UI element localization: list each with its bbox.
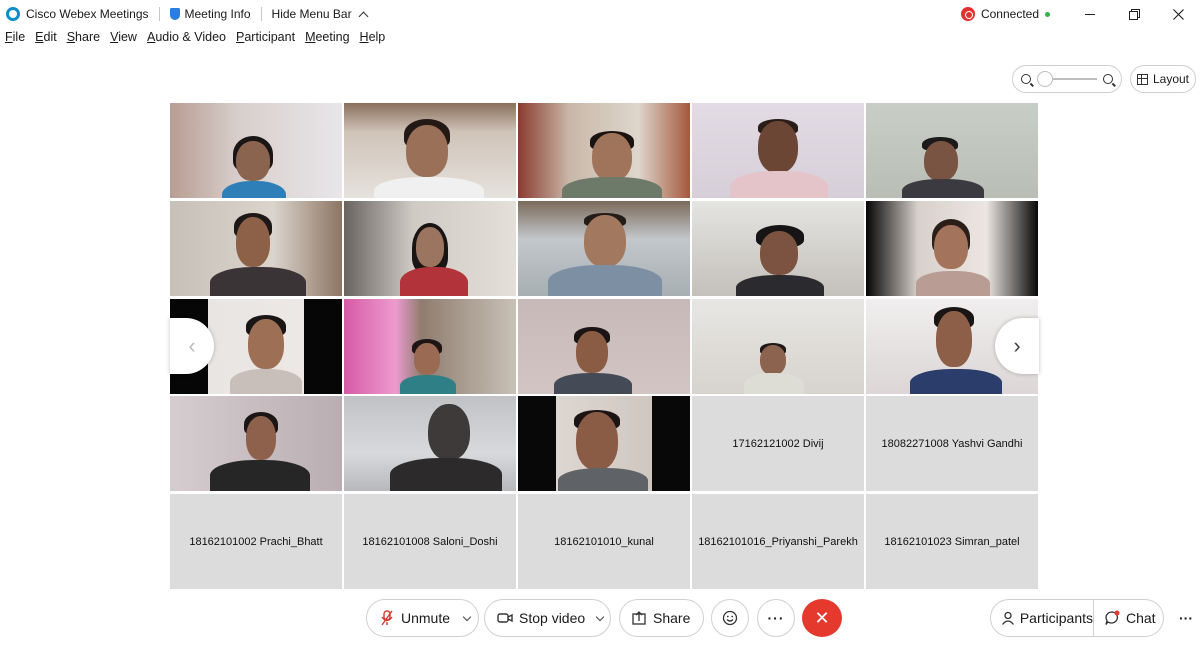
video-tile[interactable]	[518, 200, 690, 296]
participant-name: 18162101002 Prachi_Bhatt	[189, 535, 323, 548]
participant-name-tile[interactable]: 18162101002 Prachi_Bhatt	[170, 494, 342, 589]
zoom-slider[interactable]	[1037, 71, 1097, 87]
app-name: Cisco Webex Meetings	[26, 7, 149, 21]
participant-name: 18162101023 Simran_patel	[884, 535, 1020, 548]
unmute-label: Unmute	[401, 610, 451, 626]
recording-icon	[960, 7, 975, 21]
menu-help[interactable]: Help	[355, 30, 391, 50]
connection-status-label: Connected	[980, 7, 1039, 21]
menu-bar: File Edit Share View Audio & Video Parti…	[0, 30, 390, 50]
video-tile[interactable]	[518, 298, 690, 394]
muted-mic-icon	[381, 610, 393, 626]
participant-name: 18162101010_kunal	[554, 535, 654, 548]
ellipsis-icon: ···	[1179, 610, 1193, 626]
video-tile[interactable]	[344, 200, 516, 296]
end-meeting-button[interactable]: ✕	[802, 599, 842, 637]
close-button[interactable]	[1156, 0, 1200, 28]
video-tile[interactable]	[170, 396, 342, 492]
hide-menu-bar-label: Hide Menu Bar	[271, 7, 352, 21]
close-icon: ✕	[814, 607, 830, 628]
restore-button[interactable]	[1112, 0, 1156, 28]
chevron-up-icon	[358, 11, 369, 21]
participant-name: 18162101016_Priyanshi_Parekh	[698, 535, 858, 548]
zoom-out-icon[interactable]	[1021, 74, 1031, 84]
reactions-button[interactable]	[711, 599, 749, 637]
unmute-button[interactable]: Unmute	[366, 599, 479, 637]
zoom-control	[1012, 65, 1122, 93]
divider	[158, 7, 160, 21]
participant-name-tile[interactable]: 18162101008 Saloni_Doshi	[344, 494, 516, 589]
minimize-button[interactable]	[1068, 0, 1112, 28]
more-panels-button[interactable]: ···	[1170, 599, 1200, 637]
chevron-down-icon[interactable]	[595, 612, 605, 621]
connection-status[interactable]: Connected	[960, 7, 1050, 21]
video-tile[interactable]	[344, 396, 516, 492]
video-tile[interactable]	[170, 200, 342, 296]
chevron-down-icon[interactable]	[462, 612, 472, 621]
video-tile[interactable]	[692, 200, 864, 296]
participant-name: 18162101008 Saloni_Doshi	[362, 535, 498, 548]
hide-menu-bar-button[interactable]: Hide Menu Bar	[271, 7, 369, 21]
video-tile[interactable]	[344, 103, 516, 198]
menu-meeting[interactable]: Meeting	[300, 30, 354, 50]
chevron-left-icon: ‹	[188, 333, 196, 358]
share-icon	[632, 611, 646, 625]
share-label: Share	[653, 610, 691, 626]
participants-label: Participants	[1019, 610, 1093, 626]
video-tile[interactable]	[518, 396, 690, 492]
participant-name-tile[interactable]: 17162121002 Divij	[692, 396, 864, 492]
chevron-right-icon: ›	[1013, 333, 1021, 358]
video-tile[interactable]	[170, 103, 342, 198]
menu-edit[interactable]: Edit	[30, 30, 62, 50]
restore-icon	[1128, 8, 1140, 20]
video-tile[interactable]	[518, 103, 690, 198]
meeting-info-label: Meeting Info	[184, 7, 251, 21]
video-camera-icon	[497, 613, 513, 623]
menu-share[interactable]: Share	[62, 30, 105, 50]
menu-view[interactable]: View	[105, 30, 142, 50]
menu-file[interactable]: File	[0, 30, 30, 50]
webex-logo-icon	[6, 7, 20, 21]
participant-name-tile[interactable]: 18082271008 Yashvi Gandhi	[866, 396, 1038, 492]
more-options-button[interactable]: ···	[757, 599, 795, 637]
title-bar: Cisco Webex Meetings Meeting Info Hide M…	[0, 0, 1200, 28]
chat-button[interactable]: Chat	[1094, 599, 1164, 637]
meeting-info-button[interactable]: Meeting Info	[169, 7, 251, 21]
stop-video-button[interactable]: Stop video	[484, 599, 611, 637]
connected-dot-icon	[1045, 11, 1050, 17]
smiley-icon	[722, 610, 738, 626]
divider	[260, 7, 262, 21]
participant-name: 17162121002 Divij	[732, 437, 824, 450]
person-icon	[1001, 611, 1014, 625]
participant-name: 18082271008 Yashvi Gandhi	[881, 437, 1023, 450]
video-tile[interactable]	[692, 103, 864, 198]
chat-label: Chat	[1126, 610, 1156, 626]
menu-audio-video[interactable]: Audio & Video	[142, 30, 231, 50]
participants-button[interactable]: Participants	[990, 599, 1094, 637]
video-grid: 17162121002 Divij 18082271008 Yashvi Gan…	[170, 103, 1038, 589]
video-tile[interactable]	[866, 200, 1038, 296]
stop-video-label: Stop video	[519, 610, 586, 626]
grid-icon	[1136, 73, 1148, 85]
shield-icon	[169, 8, 180, 20]
participant-name-tile[interactable]: 18162101010_kunal	[518, 494, 690, 589]
video-tile[interactable]	[866, 103, 1038, 198]
menu-participant[interactable]: Participant	[231, 30, 300, 50]
close-icon	[1172, 8, 1184, 20]
layout-button[interactable]: Layout	[1130, 65, 1196, 93]
video-tile[interactable]	[344, 298, 516, 394]
zoom-in-icon[interactable]	[1103, 74, 1113, 84]
participant-name-tile[interactable]: 18162101023 Simran_patel	[866, 494, 1038, 589]
participant-name-tile[interactable]: 18162101016_Priyanshi_Parekh	[692, 494, 864, 589]
video-tile[interactable]	[692, 298, 864, 394]
layout-label: Layout	[1152, 72, 1190, 86]
ellipsis-icon: ···	[767, 610, 785, 626]
share-button[interactable]: Share	[619, 599, 704, 637]
zoom-slider-knob[interactable]	[1037, 71, 1053, 87]
app-title: Cisco Webex Meetings	[0, 7, 149, 21]
chat-icon	[1105, 610, 1120, 625]
